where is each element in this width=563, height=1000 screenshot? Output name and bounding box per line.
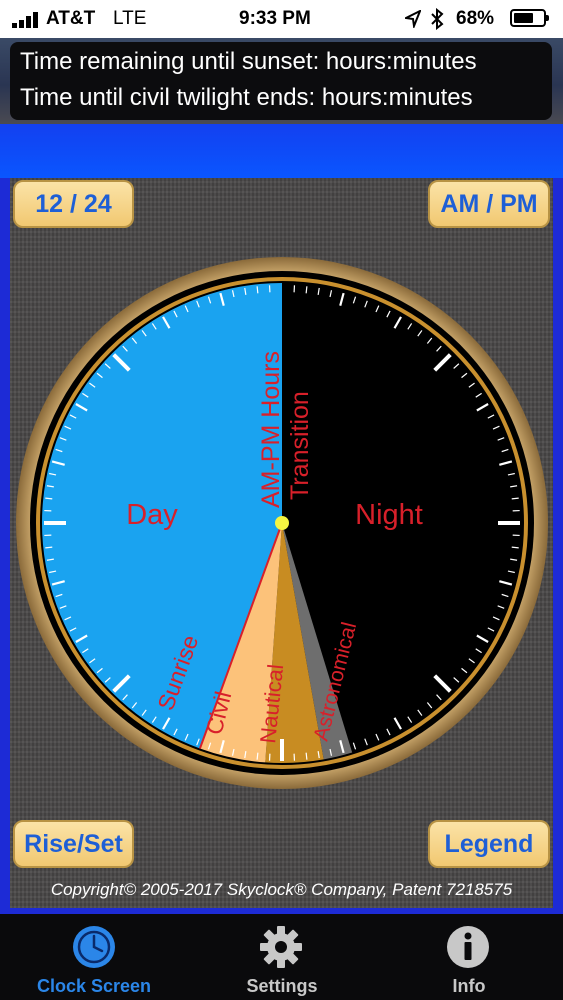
day-label: Day — [126, 499, 178, 531]
transition-label: Transition — [286, 391, 314, 500]
tab-label-info: Info — [452, 976, 486, 996]
tab-clock-screen[interactable]: Clock Screen — [0, 914, 188, 1000]
clock-tick — [45, 546, 53, 549]
gear-icon — [260, 926, 302, 968]
clock-icon — [73, 926, 115, 968]
clock-tick — [511, 546, 519, 549]
clock-center-dot — [275, 516, 289, 530]
tab-label-settings: Settings — [246, 976, 318, 996]
copyright-text: Copyright© 2005-2017 Skyclock® Company, … — [50, 880, 513, 899]
clock-tick — [45, 497, 53, 500]
legend-button[interactable]: Legend — [428, 820, 550, 868]
clock-tick — [305, 752, 308, 760]
tab-info[interactable]: Info — [375, 914, 563, 1000]
tab-settings[interactable]: Settings — [188, 914, 376, 1000]
info-icon — [447, 926, 489, 968]
am-pm-hours-label: AM-PM Hours — [257, 351, 285, 508]
rise-set-button[interactable]: Rise/Set — [13, 820, 134, 868]
clock-tick — [256, 752, 259, 760]
clock-tick — [305, 286, 308, 294]
clock-tick — [256, 286, 259, 294]
tab-bar: Clock Screen Settings Info — [0, 914, 563, 1000]
tab-label-clock-screen: Clock Screen — [36, 976, 152, 996]
clock-tick — [511, 497, 519, 500]
night-label: Night — [355, 499, 423, 531]
